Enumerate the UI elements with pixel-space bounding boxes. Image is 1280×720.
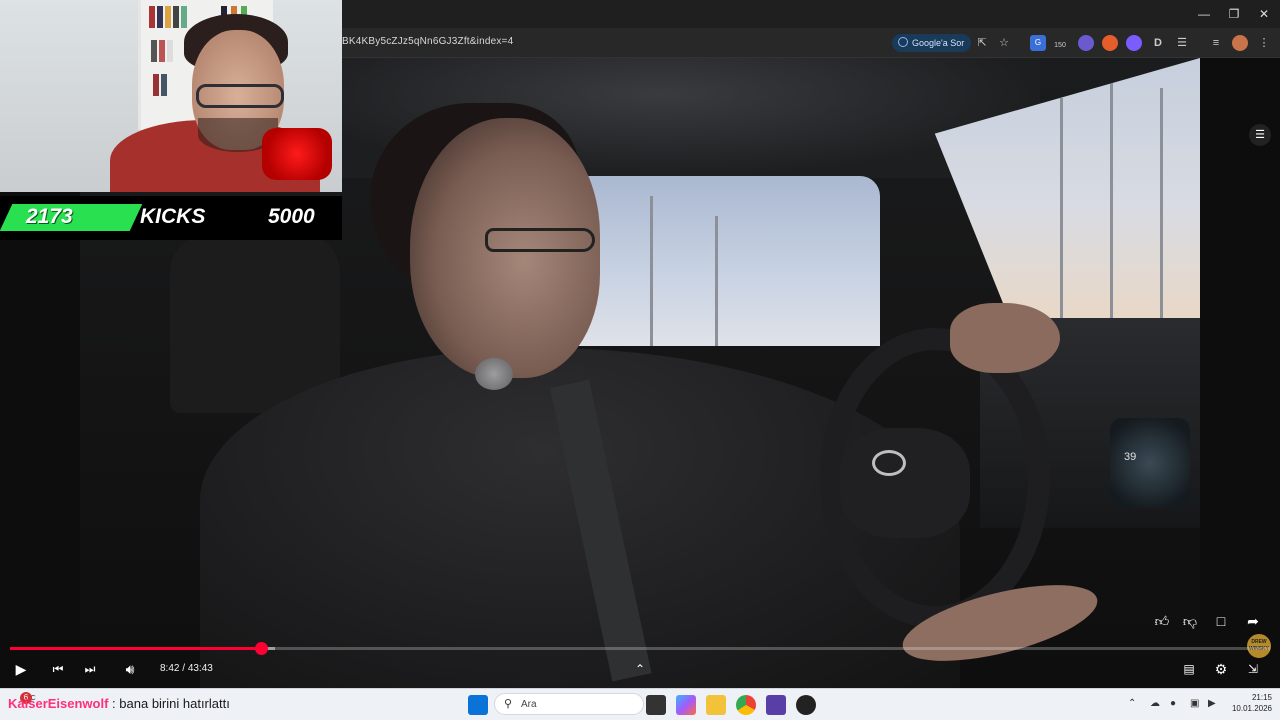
driver-hand-upper xyxy=(950,303,1060,373)
comment-icon[interactable]: □ xyxy=(1211,611,1231,631)
restore-button[interactable]: ❐ xyxy=(1222,4,1246,24)
bookmark-star-icon[interactable]: ☆ xyxy=(996,35,1012,51)
kicks-label: KICKS xyxy=(140,205,206,228)
chat-overlay: KaiserEisenwolf : bana birini hatırlattı xyxy=(8,696,230,711)
install-app-icon[interactable]: ⇱ xyxy=(974,35,990,51)
purple-extension-icon[interactable] xyxy=(1126,35,1142,51)
next-icon[interactable]: ⏭︎ xyxy=(80,660,100,678)
instrument-cluster xyxy=(1110,418,1190,508)
chevron-up-icon[interactable]: ⌃ xyxy=(630,660,650,678)
snipping-tool-icon[interactable] xyxy=(766,695,786,715)
kicks-goal: 5000 xyxy=(268,205,315,228)
play-icon[interactable]: ▶ xyxy=(11,660,31,678)
screen: — ❐ ✕ BK4KBy5cZJz5qNn6GJ3Zft&index=4 Goo… xyxy=(0,0,1280,720)
fox-extension-icon[interactable] xyxy=(1102,35,1118,51)
streamer-webcam xyxy=(0,0,342,192)
streamer-glasses xyxy=(196,84,284,108)
google-lens-icon xyxy=(898,37,908,47)
driver-glasses xyxy=(485,228,595,252)
thumbs-down-icon[interactable]: 👎︎ xyxy=(1180,611,1200,631)
obs-icon[interactable] xyxy=(796,695,816,715)
kicks-goal-banner: 2173 KICKS 5000 xyxy=(0,196,342,240)
video-time: 8:42 / 43:43 xyxy=(160,663,213,674)
extension-badge: 150 xyxy=(1054,42,1066,49)
video-scrubber-handle[interactable] xyxy=(254,642,268,655)
chrome-icon[interactable] xyxy=(736,695,756,715)
toyota-logo xyxy=(872,450,906,476)
file-explorer-icon[interactable] xyxy=(706,695,726,715)
close-button[interactable]: ✕ xyxy=(1252,4,1276,24)
gear-icon[interactable]: ⚙ xyxy=(1211,660,1231,678)
translate-extension-icon[interactable]: G xyxy=(1030,35,1046,51)
dashboard-speed: 39 xyxy=(1124,451,1137,463)
current-time: 8:42 xyxy=(160,663,180,674)
steering-hub xyxy=(840,428,970,538)
duration: 43:43 xyxy=(187,663,213,674)
exit-fullscreen-icon[interactable]: ⇲ xyxy=(1243,660,1263,678)
video-progress-fill xyxy=(10,647,261,650)
chat-username: KaiserEisenwolf xyxy=(8,696,109,711)
ask-google-label: Google'a Sor xyxy=(912,38,965,48)
clock-time: 21:15 xyxy=(1251,693,1272,702)
browser-menu-icon[interactable]: ⋮ xyxy=(1256,35,1272,51)
captions-icon[interactable]: ▤ xyxy=(1179,660,1199,678)
previous-icon[interactable]: ⏮︎ xyxy=(48,660,68,678)
task-view-icon[interactable] xyxy=(646,695,666,715)
volume-icon[interactable]: 🔊︎ xyxy=(120,660,140,678)
microphone-icon[interactable]: ● xyxy=(1170,698,1176,709)
taskbar-search[interactable]: ⚲ Ara xyxy=(494,693,644,715)
time-separator: / xyxy=(179,663,188,674)
d-extension-icon[interactable]: D xyxy=(1150,35,1166,51)
tray-chevron-icon[interactable]: ⌃ xyxy=(1128,698,1136,709)
search-icon: ⚲ xyxy=(504,698,513,710)
video-playlist-icon[interactable]: ☰ xyxy=(1249,124,1271,146)
network-icon[interactable]: ▣ xyxy=(1190,698,1199,709)
cloud-icon[interactable]: ☁ xyxy=(1150,698,1160,709)
taskbar-clock[interactable]: 21:15 10.01.2026 xyxy=(1226,692,1272,714)
share-icon[interactable]: ➦ xyxy=(1243,611,1263,631)
clock-date: 10.01.2026 xyxy=(1231,704,1272,713)
chat-message: bana birini hatırlattı xyxy=(119,696,230,711)
extensions-puzzle-icon[interactable]: ☰ xyxy=(1174,35,1190,51)
copilot-icon[interactable] xyxy=(676,695,696,715)
address-bar-url[interactable]: BK4KBy5cZJz5qNn6GJ3Zft&index=4 xyxy=(342,36,513,47)
channel-watermark[interactable]: DREW WINSKY xyxy=(1247,634,1271,658)
minimize-button[interactable]: — xyxy=(1192,4,1216,24)
reading-list-icon[interactable]: ≡ xyxy=(1208,35,1224,51)
speaker-icon[interactable]: ▶ xyxy=(1208,698,1216,709)
ask-google-button[interactable]: Google'a Sor xyxy=(892,34,972,52)
search-placeholder: Ara xyxy=(521,699,537,710)
video-progress-track[interactable] xyxy=(10,642,1270,655)
extension-counter-icon[interactable]: 150 xyxy=(1052,35,1068,51)
streamer-microphone xyxy=(262,128,332,180)
profile-avatar[interactable] xyxy=(1232,35,1248,51)
start-button[interactable] xyxy=(468,695,488,715)
lapel-microphone xyxy=(475,358,513,390)
shield-extension-icon[interactable] xyxy=(1078,35,1094,51)
chat-separator: : xyxy=(108,696,120,711)
kicks-count: 2173 xyxy=(26,205,73,228)
thumbs-up-icon[interactable]: 👍︎ xyxy=(1152,611,1172,631)
